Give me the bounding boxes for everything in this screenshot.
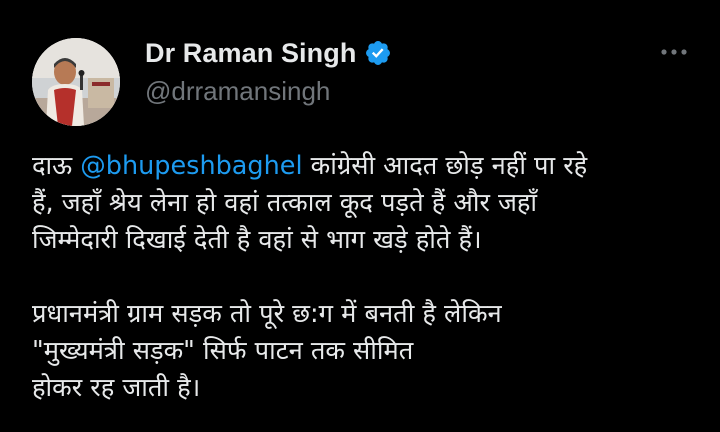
- user-handle[interactable]: @drramansingh: [145, 76, 392, 107]
- text-line: होकर रह जाती है।: [32, 373, 201, 403]
- display-name[interactable]: Dr Raman Singh: [145, 38, 356, 69]
- more-options-icon[interactable]: [656, 38, 692, 66]
- tweet-paragraph-1: दाऊ @bhupeshbaghel कांग्रेसी आदत छोड़ नह…: [32, 148, 700, 259]
- text-segment: दाऊ: [32, 151, 81, 181]
- text-line: जिम्मेदारी दिखाई देती है वहां से भाग खड़…: [32, 225, 482, 255]
- text-line: हैं, जहाँ श्रेय लेना हो वहां तत्काल कूद …: [32, 188, 538, 218]
- verified-badge-icon[interactable]: [364, 39, 392, 67]
- tweet-card: Dr Raman Singh @drramansingh दाऊ @bhupes…: [0, 0, 720, 432]
- text-line: प्रधानमंत्री ग्राम सड़क तो पूरे छ:ग में …: [32, 299, 502, 329]
- avatar[interactable]: [32, 38, 120, 126]
- avatar-image: [32, 38, 120, 126]
- author-names: Dr Raman Singh @drramansingh: [145, 36, 392, 107]
- tweet-text: दाऊ @bhupeshbaghel कांग्रेसी आदत छोड़ नह…: [32, 148, 700, 407]
- text-segment: कांग्रेसी आदत छोड़ नहीं पा रहे: [302, 151, 588, 181]
- display-name-row: Dr Raman Singh: [145, 36, 392, 70]
- tweet-paragraph-2: प्रधानमंत्री ग्राम सड़क तो पूरे छ:ग में …: [32, 296, 700, 407]
- text-line: "मुख्यमंत्री सड़क" सिर्फ पाटन तक सीमित: [32, 336, 414, 366]
- tweet-header: Dr Raman Singh @drramansingh: [32, 32, 696, 126]
- mention-link[interactable]: @bhupeshbaghel: [80, 151, 302, 181]
